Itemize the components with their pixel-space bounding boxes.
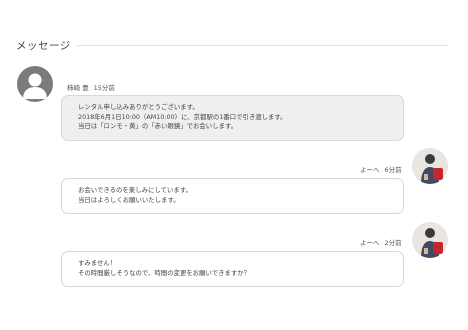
message-line: その時間厳しそうなので、時間の変更をお願いできますか？ (78, 268, 251, 277)
message-meta: 柿崎 豊 15分前 (67, 82, 120, 92)
message-time: 6分前 (384, 166, 402, 174)
message-bubble-outgoing: お会いできるのを楽しみにしています。 当日はよろしくお願いいたします。 (61, 178, 404, 214)
message-line: 当日は「ロンモ・黄」の「赤い眼鏡」でお会いします。 (78, 122, 238, 130)
message-time: 15分前 (93, 84, 115, 92)
message-line: すみません！ (78, 259, 117, 267)
sender-name: よーへ (360, 166, 380, 174)
message-meta: よーへ 2分前 (360, 237, 407, 247)
message-time: 2分前 (384, 239, 402, 247)
avatar-default-user-icon[interactable] (17, 66, 53, 102)
message-line: 2018年6月1日10:00（AM10:00）に、京都駅の1番口で引き渡します。 (78, 112, 287, 121)
message-bubble-incoming: レンタル申し込みありがとうございます。 2018年6月1日10:00（AM10:… (61, 95, 404, 141)
message-line: 当日はよろしくお願いいたします。 (78, 195, 180, 204)
user-photo-icon (412, 222, 448, 258)
avatar-user-photo[interactable] (412, 222, 448, 258)
messages-header: メッセージ (16, 38, 448, 52)
header-divider (76, 45, 448, 46)
avatar-user-photo[interactable] (412, 148, 448, 184)
sender-name: 柿崎 豊 (67, 84, 89, 92)
section-title: メッセージ (16, 39, 71, 52)
message-bubble-outgoing: すみません！ その時間厳しそうなので、時間の変更をお願いできますか？ (61, 251, 404, 287)
message-meta: よーへ 6分前 (360, 164, 407, 174)
user-silhouette-icon (23, 73, 47, 99)
message-line: レンタル申し込みありがとうございます。 (78, 103, 199, 111)
user-photo-icon (412, 148, 448, 184)
message-line: お会いできるのを楽しみにしています。 (78, 186, 192, 194)
sender-name: よーへ (360, 239, 380, 247)
